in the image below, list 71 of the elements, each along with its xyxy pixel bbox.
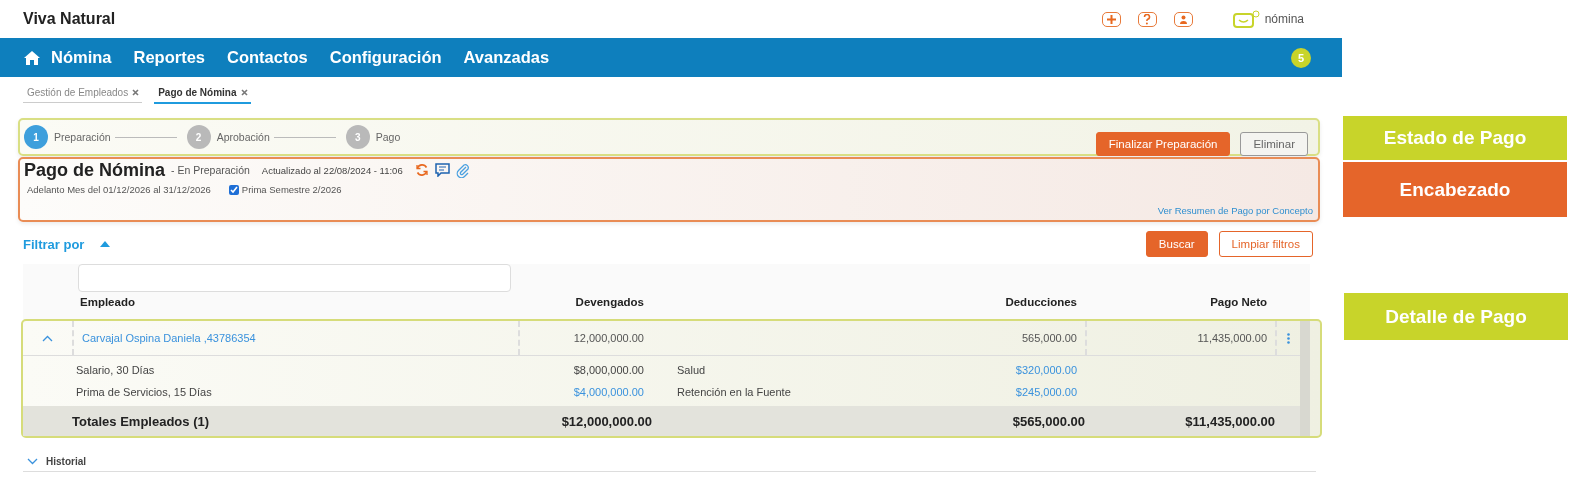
amount-text: $320,000.00 <box>1015 364 1077 376</box>
filter-toggle[interactable]: Filtrar por <box>23 236 111 252</box>
scrollbar[interactable] <box>1300 321 1310 436</box>
history-toggle[interactable]: Historial <box>27 456 86 467</box>
close-icon <box>240 88 248 96</box>
question-icon <box>1143 13 1152 25</box>
period-text: Adelanto Mes del 01/12/2026 al 31/12/2026 <box>27 184 211 195</box>
amount-text: $4,000,000.00 <box>573 386 644 398</box>
amount-text: $245,000.00 <box>1015 386 1077 398</box>
concept-text: Salario, 30 Días <box>76 364 155 376</box>
callout-label: Encabezado <box>1343 162 1567 217</box>
nav-item[interactable]: Avanzadas <box>463 48 550 67</box>
step-label: Aprobación <box>216 131 270 143</box>
step-label: Pago <box>375 131 401 143</box>
updated-text: Actualizado al 22/08/2024 - 11:06 <box>261 164 403 176</box>
totals-value: $565,000.00 <box>1012 413 1085 429</box>
step-number: 1 <box>24 125 48 149</box>
brand-name: nómina <box>1264 12 1304 26</box>
table-cell: 11,435,000.00 <box>1197 332 1267 344</box>
search-field[interactable] <box>78 264 511 292</box>
search-button[interactable]: Buscar <box>1145 231 1208 257</box>
table-cell: 565,000.00 <box>1021 332 1077 344</box>
nav-item[interactable]: Reportes <box>133 48 206 67</box>
step-number: 3 <box>345 125 370 149</box>
user-button[interactable] <box>1173 11 1193 27</box>
delete-button[interactable]: Eliminar <box>1240 132 1308 156</box>
concept-text: Prima de Servicios, 15 Días <box>76 386 212 398</box>
totals-value: $11,435,000.00 <box>1185 413 1275 429</box>
column-header: Empleado <box>79 295 136 308</box>
user-icon <box>1178 14 1188 24</box>
help-button[interactable] <box>1137 11 1157 27</box>
company-name: Viva Natural <box>23 10 117 28</box>
checkbox-label: Prima Semestre 2/2026 <box>241 184 342 195</box>
amount-text: $8,000,000.00 <box>573 364 644 376</box>
nav-item[interactable]: Nómina <box>51 48 112 67</box>
summary-link[interactable]: Ver Resumen de Pago por Concepto <box>1157 205 1313 216</box>
totals-label: Totales Empleados (1) <box>72 412 210 431</box>
nav-item[interactable]: Contactos <box>227 48 308 67</box>
caret-up-icon <box>100 241 111 247</box>
concept-text: Retención en la Fuente <box>677 386 791 398</box>
close-icon <box>132 88 140 96</box>
add-button[interactable] <box>1101 11 1121 27</box>
column-header: Devengados <box>574 295 645 308</box>
comment-icon[interactable] <box>434 163 450 177</box>
finalize-button[interactable]: Finalizar Preparación <box>1095 132 1231 156</box>
paperclip-icon[interactable] <box>455 162 470 178</box>
employee-link[interactable]: Carvajal Ospina Daniela ,43786354 <box>74 332 256 344</box>
chevron-up-icon[interactable] <box>42 334 53 342</box>
callout-label: Detalle de Pago <box>1344 293 1568 340</box>
table-cell: 12,000,000.00 <box>573 332 644 344</box>
home-icon <box>23 49 41 66</box>
concept-text: Salud <box>677 364 706 376</box>
clear-filters-button[interactable]: Limpiar filtros <box>1218 231 1313 257</box>
page-title: Pago de Nómina <box>24 159 166 181</box>
smiley-box-icon <box>1232 9 1261 29</box>
refresh-icon[interactable] <box>414 163 429 177</box>
callout-label: Estado de Pago <box>1343 116 1567 160</box>
step-number: 2 <box>186 125 211 149</box>
notification-badge: 5 <box>1291 47 1311 68</box>
nav-item[interactable]: Configuración <box>329 48 442 67</box>
step-label: Preparación <box>54 131 111 143</box>
checkbox[interactable] <box>228 184 239 195</box>
kebab-menu-icon[interactable] <box>1287 332 1290 344</box>
chevron-down-icon <box>27 458 38 465</box>
tab[interactable]: Gestión de Empleados <box>23 82 143 103</box>
totals-value: $12,000,000.00 <box>561 413 652 429</box>
status-text: - En Preparación <box>171 164 250 176</box>
column-header: Pago Neto <box>1209 295 1268 308</box>
plus-icon <box>1105 13 1117 25</box>
tab[interactable]: Pago de Nómina <box>154 82 251 104</box>
column-header: Deducciones <box>1004 295 1078 308</box>
